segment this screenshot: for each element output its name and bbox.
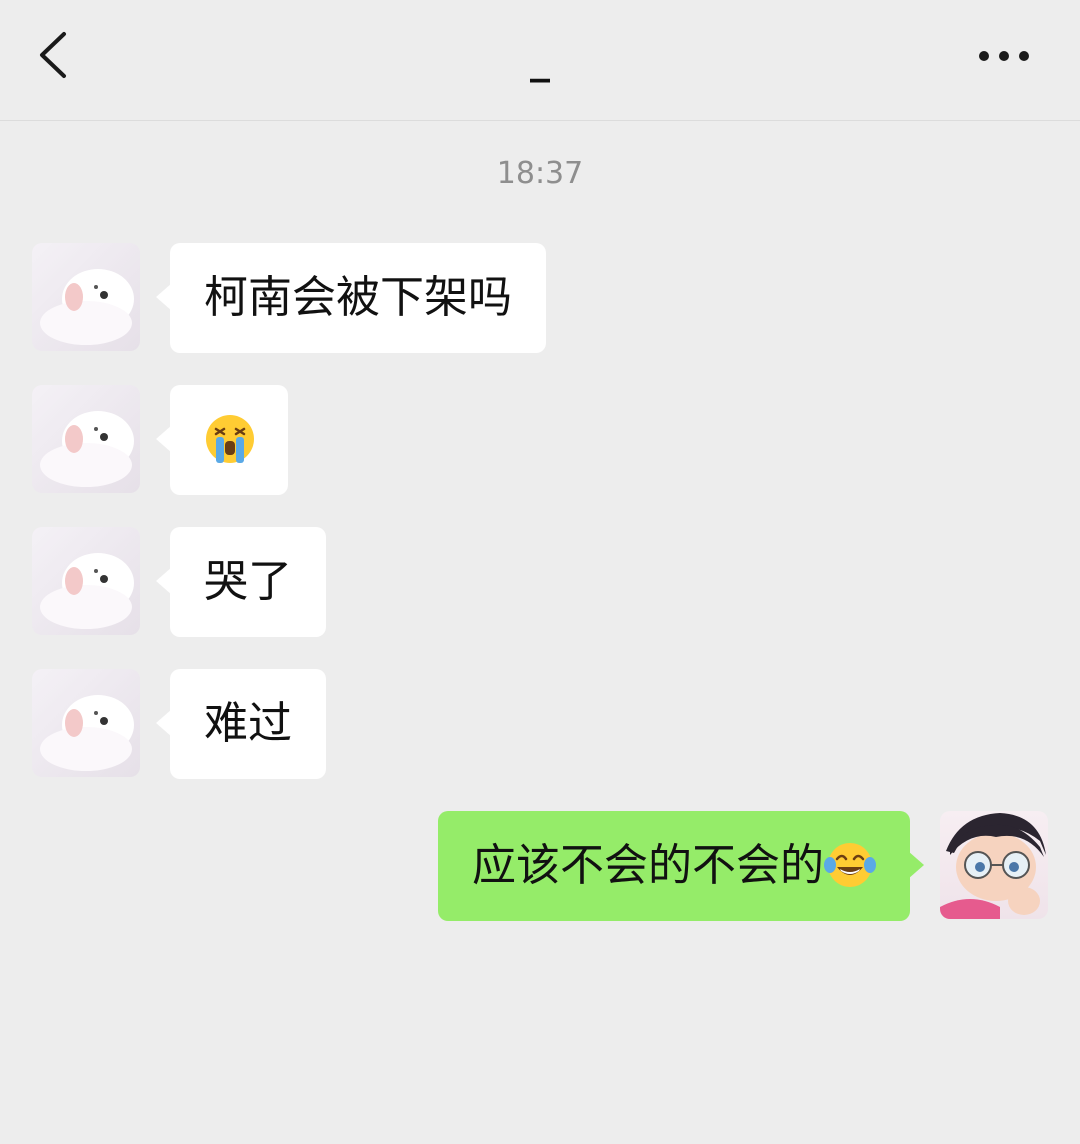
message-row: 哭了 [0,527,1080,637]
message-timestamp: 18:37 [496,156,584,191]
more-horizontal-icon [966,51,1042,82]
chat-title: _ [530,37,550,83]
more-button[interactable] [966,34,1042,78]
chat-header: _ [0,0,1080,121]
loudly-crying-face-icon [204,413,256,465]
incoming-message-bubble[interactable]: 柯南会被下架吗 [156,243,546,353]
message-row: 柯南会被下架吗 [0,243,1080,353]
contact-avatar[interactable] [32,243,140,351]
outgoing-message-bubble[interactable]: 应该不会的不会的 [438,811,924,921]
incoming-message-bubble[interactable] [156,385,288,495]
contact-avatar[interactable] [32,669,140,777]
contact-avatar[interactable] [32,385,140,493]
message-row [0,385,1080,495]
incoming-message-bubble[interactable]: 难过 [156,669,326,779]
message-text: 应该不会的不会的 [472,840,824,891]
incoming-message-bubble[interactable]: 哭了 [156,527,326,637]
message-row: 难过 [0,669,1080,779]
my-avatar[interactable] [940,811,1048,919]
face-with-tears-of-joy-icon [824,839,876,891]
message-row: 应该不会的不会的 [0,811,1080,921]
contact-avatar[interactable] [32,527,140,635]
